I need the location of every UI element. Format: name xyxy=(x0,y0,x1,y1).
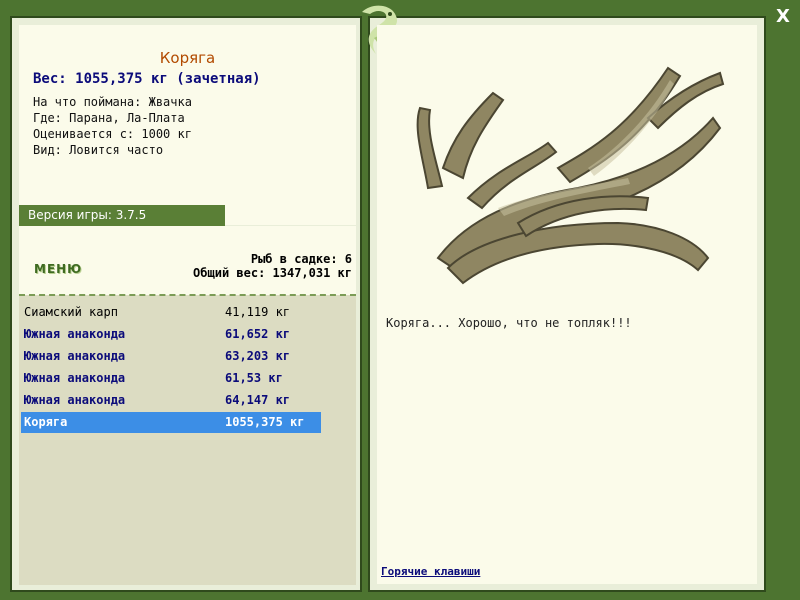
hotkeys-link[interactable]: Горячие клавиши xyxy=(381,565,480,578)
list-item-weight: 64,147 кг xyxy=(225,393,291,407)
list-item[interactable]: Сиамский карп 41,119 кг xyxy=(21,302,321,323)
list-item-weight: 63,203 кг xyxy=(225,349,291,363)
fish-value: Оценивается с: 1000 кг xyxy=(33,127,192,141)
fish-description: Коряга... Хорошо, что не топляк!!! xyxy=(386,316,632,330)
list-item-weight: 61,53 кг xyxy=(225,371,283,385)
game-version: Версия игры: 3.7.5 xyxy=(19,205,225,226)
fish-bait: На что поймана: Жвачка xyxy=(33,95,192,109)
fish-name: Коряга xyxy=(159,49,216,67)
list-item-name: Южная анаконда xyxy=(24,371,126,385)
menu-button[interactable]: МЕНЮ xyxy=(34,262,82,276)
list-item[interactable]: Южная анаконда 61,53 кг xyxy=(21,368,321,389)
list-item-weight: 1055,375 кг xyxy=(225,415,305,429)
keepnet-stats: Рыб в садке: 6 Общий вес: 1347,031 кг xyxy=(193,252,352,280)
fish-info-panel: Коряга Вес: 1055,375 кг (зачетная) На чт… xyxy=(19,25,356,225)
fish-location: Где: Парана, Ла-Плата xyxy=(33,111,185,125)
list-item[interactable]: Южная анаконда 61,652 кг xyxy=(21,324,321,345)
list-item-name: Сиамский карп xyxy=(24,305,118,319)
driftwood-image xyxy=(416,66,725,285)
list-item-name: Южная анаконда xyxy=(24,349,126,363)
list-item[interactable]: Южная анаконда 64,147 кг xyxy=(21,390,321,411)
list-item-weight: 41,119 кг xyxy=(225,305,291,319)
list-item-selected[interactable]: Коряга 1055,375 кг xyxy=(21,412,321,433)
close-icon[interactable]: X xyxy=(772,6,794,28)
total-weight: Общий вес: 1347,031 кг xyxy=(193,266,352,280)
list-item-name: Коряга xyxy=(24,415,68,429)
fish-count: Рыб в садке: 6 xyxy=(250,252,352,266)
fish-kind: Вид: Ловится часто xyxy=(33,143,164,157)
list-item[interactable]: Южная анаконда 63,203 кг xyxy=(21,346,321,367)
divider xyxy=(19,294,356,296)
list-item-name: Южная анаконда xyxy=(24,327,126,341)
list-item-weight: 61,652 кг xyxy=(225,327,291,341)
fish-weight: Вес: 1055,375 кг (зачетная) xyxy=(33,71,261,87)
list-item-name: Южная анаконда xyxy=(24,393,126,407)
